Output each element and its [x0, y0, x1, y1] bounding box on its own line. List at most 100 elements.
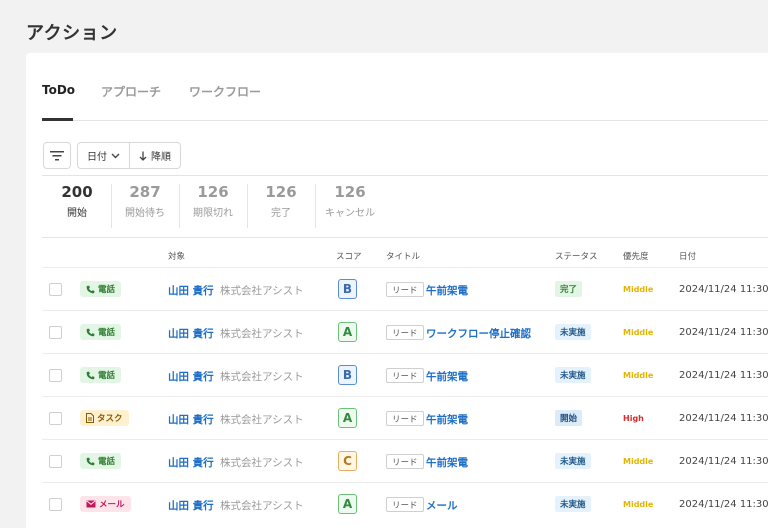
status-badge: 完了: [555, 281, 583, 297]
status-badge: 未実施: [555, 453, 591, 469]
score-badge: B: [338, 365, 357, 385]
lead-tag: リード: [386, 411, 424, 426]
priority-label: Middle: [623, 500, 654, 509]
target-name-link[interactable]: 山田 貴行: [168, 412, 214, 427]
target-name-link[interactable]: 山田 貴行: [168, 326, 214, 341]
action-type-badge: メール: [80, 496, 131, 512]
target-company: 株式会社アシスト: [220, 371, 304, 383]
target-name-link[interactable]: 山田 貴行: [168, 498, 214, 513]
action-type-label: 電話: [98, 285, 116, 295]
target-name-link[interactable]: 山田 貴行: [168, 455, 214, 470]
priority-label: High: [623, 414, 644, 423]
mail-icon: [86, 500, 96, 508]
page-title: アクション: [26, 23, 118, 44]
actions-panel: ToDo アプローチ ワークフロー 日付 降順 200 開始 287 開始待ち …: [26, 53, 768, 528]
action-type-badge: 電話: [80, 453, 122, 469]
phone-icon: [86, 371, 95, 379]
table-row[interactable]: 電話 山田 貴行 株式会社アシスト A リード ワークフロー停止確認 未実施 Middle 20…: [42, 310, 768, 353]
action-title-link[interactable]: 午前架電: [426, 412, 468, 427]
lead-tag: リード: [386, 454, 424, 469]
status-badge: 未実施: [555, 324, 591, 340]
action-type-badge: 電話: [80, 324, 122, 340]
target-name-link[interactable]: 山田 貴行: [168, 283, 214, 298]
phone-icon: [86, 285, 95, 293]
action-type-badge: 電話: [80, 367, 122, 383]
action-type-badge: 電話: [80, 281, 122, 297]
tab-todo[interactable]: ToDo: [42, 83, 75, 97]
action-type-label: 電話: [98, 328, 116, 338]
table-row[interactable]: 電話 山田 貴行 株式会社アシスト C リード 午前架電 未実施 Middle 2024/11/…: [42, 439, 768, 482]
phone-icon: [86, 328, 95, 336]
stat-separator: [111, 184, 112, 228]
sort-order-button[interactable]: 降順: [129, 143, 180, 168]
lead-tag: リード: [386, 368, 424, 383]
target-company: 株式会社アシスト: [220, 285, 304, 297]
stat-label: 開始待ち: [125, 208, 165, 219]
date-value: 2024/11/24 11:30: [679, 499, 768, 510]
row-checkbox[interactable]: [49, 369, 62, 382]
stat-waiting[interactable]: 287 開始待ち: [117, 183, 173, 219]
column-header-date: 日付: [679, 252, 697, 262]
row-checkbox[interactable]: [49, 498, 62, 511]
date-value: 2024/11/24 11:30: [679, 456, 768, 467]
action-type-badge: タスク: [80, 410, 129, 426]
stat-overdue[interactable]: 126 期限切れ: [185, 183, 241, 219]
score-badge: A: [338, 322, 357, 342]
filter-button[interactable]: [43, 142, 71, 169]
sort-order-label: 降順: [151, 152, 171, 163]
tab-approach[interactable]: アプローチ: [101, 83, 161, 100]
stat-label: 開始: [67, 208, 87, 219]
table-row[interactable]: メール 山田 貴行 株式会社アシスト A リード メール 未実施 Middle 2024/11/…: [42, 482, 768, 525]
lead-tag: リード: [386, 282, 424, 297]
stat-started[interactable]: 200 開始: [53, 183, 101, 219]
stat-cancelled[interactable]: 126 キャンセル: [320, 183, 380, 219]
stat-count: 126: [265, 183, 297, 201]
action-title-link[interactable]: 午前架電: [426, 283, 468, 298]
arrow-down-icon: [139, 151, 147, 161]
row-checkbox[interactable]: [49, 455, 62, 468]
column-header-target: 対象: [168, 252, 186, 262]
date-value: 2024/11/24 11:30: [679, 370, 768, 381]
priority-label: Middle: [623, 457, 654, 466]
row-checkbox[interactable]: [49, 283, 62, 296]
status-badge: 未実施: [555, 367, 591, 383]
action-type-label: 電話: [98, 371, 116, 381]
sort-field-label: 日付: [87, 152, 107, 163]
phone-icon: [86, 457, 95, 465]
filter-icon: [50, 150, 64, 160]
row-checkbox[interactable]: [49, 326, 62, 339]
stat-count: 200: [61, 183, 93, 201]
stat-completed[interactable]: 126 完了: [253, 183, 309, 219]
score-badge: A: [338, 408, 357, 428]
stat-label: 期限切れ: [193, 208, 233, 219]
stat-label: 完了: [271, 208, 291, 219]
action-title-link[interactable]: 午前架電: [426, 455, 468, 470]
table-row[interactable]: 電話 山田 貴行 株式会社アシスト B リード 午前架電 完了 Middle 2024/11/2…: [42, 267, 768, 310]
chevron-down-icon: [111, 153, 120, 158]
tab-workflow[interactable]: ワークフロー: [189, 83, 261, 100]
sort-control: 日付 降順: [77, 142, 181, 169]
stat-count: 126: [334, 183, 366, 201]
stat-separator: [247, 184, 248, 228]
column-header-score: スコア: [336, 252, 362, 262]
divider: [42, 175, 768, 176]
date-value: 2024/11/24 11:30: [679, 284, 768, 295]
table-row[interactable]: 電話 山田 貴行 株式会社アシスト B リード 午前架電 未実施 Middle 2024/11/…: [42, 353, 768, 396]
action-title-link[interactable]: メール: [426, 498, 458, 513]
action-title-link[interactable]: 午前架電: [426, 369, 468, 384]
sort-field-select[interactable]: 日付: [78, 143, 129, 168]
document-icon: [86, 413, 94, 423]
priority-label: Middle: [623, 371, 654, 380]
status-badge: 開始: [555, 410, 583, 426]
divider: [42, 237, 768, 238]
status-badge: 未実施: [555, 496, 591, 512]
column-header-title: タイトル: [386, 252, 421, 262]
score-badge: A: [338, 494, 357, 514]
stat-label: キャンセル: [325, 208, 375, 219]
table-row[interactable]: タスク 山田 貴行 株式会社アシスト A リード 午前架電 開始 High 2024/11/24…: [42, 396, 768, 439]
date-value: 2024/11/24 11:30: [679, 413, 768, 424]
action-title-link[interactable]: ワークフロー停止確認: [426, 326, 531, 341]
row-checkbox[interactable]: [49, 412, 62, 425]
column-header-status: ステータス: [555, 252, 598, 262]
target-name-link[interactable]: 山田 貴行: [168, 369, 214, 384]
